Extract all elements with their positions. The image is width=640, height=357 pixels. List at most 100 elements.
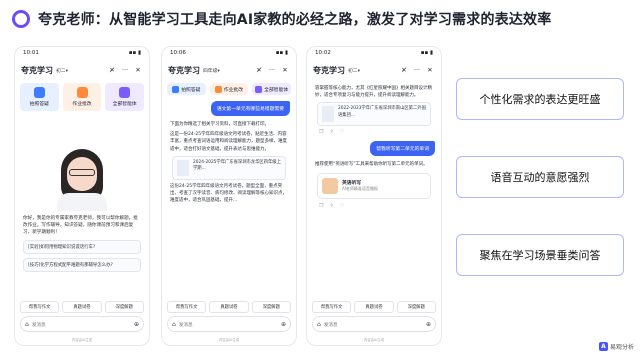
add-icon[interactable]: ⊕ bbox=[281, 321, 286, 328]
mute-icon[interactable]: ✕̸ bbox=[399, 66, 409, 74]
grid-icon bbox=[119, 87, 131, 98]
message-input[interactable] bbox=[323, 321, 423, 327]
teacher-avatar bbox=[53, 149, 111, 211]
quick-actions: 帮我写作文 真题试卷 深度解题 bbox=[162, 301, 296, 313]
more-icon[interactable]: ··· bbox=[120, 66, 130, 74]
status-bar: 10:01 ▪▪ ▮ bbox=[15, 47, 149, 59]
brand-name: 易观分析 bbox=[609, 344, 634, 351]
close-icon[interactable]: ✕ bbox=[133, 66, 143, 74]
check-icon bbox=[76, 87, 88, 98]
phone-screen-chat-resources: 10:06 ▪▪ ▮ 夸克学习 四年级▾ ✕̸ ··· ✕ 拍照答疑 作业批改 … bbox=[161, 46, 297, 346]
brand-mark-icon: A bbox=[598, 342, 608, 351]
ai-message: 这是一份24-25学年四年级语文月考试卷，贴近生活、内容丰富，重点考查词语运用和… bbox=[170, 132, 287, 152]
insight-card: 个性化需求的表达更旺盛 bbox=[456, 78, 624, 120]
thumbs-up-icon[interactable]: ♡ bbox=[340, 129, 344, 135]
message-input[interactable] bbox=[178, 321, 278, 327]
write-essay-button[interactable]: 帮我写作文 bbox=[20, 301, 60, 313]
deep-solve-button[interactable]: 深度解题 bbox=[396, 301, 436, 313]
add-icon[interactable]: ⊕ bbox=[134, 321, 139, 328]
close-icon[interactable]: ✕ bbox=[280, 66, 290, 74]
app-header: 夸克学习 初二▾ ✕̸ ··· ✕ bbox=[307, 59, 441, 81]
quick-actions: 帮我写作文 真题试卷 深度解题 bbox=[15, 301, 149, 313]
document-thumbnail bbox=[177, 159, 189, 176]
document-card[interactable]: 2024-2025学年广东省深圳市龙华区四年级上学期... bbox=[172, 155, 286, 180]
deep-solve-button[interactable]: 深度解题 bbox=[104, 301, 144, 313]
exam-papers-button[interactable]: 真题试卷 bbox=[209, 301, 249, 313]
thumbs-up-icon[interactable]: ♡ bbox=[340, 203, 344, 209]
insight-card: 语音互动的意愿强烈 bbox=[456, 156, 624, 198]
ai-footnote: 内容由AI生成 bbox=[71, 338, 93, 342]
more-icon[interactable]: ··· bbox=[412, 66, 422, 74]
deep-solve-button[interactable]: 深度解题 bbox=[251, 301, 291, 313]
grade-selector[interactable]: 初二▾ bbox=[348, 67, 360, 74]
feature-label: 作业批改 bbox=[72, 102, 92, 107]
user-message: 语文第一单元有哪些易错题需要 bbox=[210, 101, 290, 116]
grade-selector[interactable]: 初二▾ bbox=[56, 67, 68, 74]
message-input-bar: ⌂ ⊕ bbox=[312, 316, 436, 332]
close-icon[interactable]: ✕ bbox=[425, 66, 435, 74]
copy-icon[interactable]: ❐ bbox=[319, 129, 323, 135]
ai-message: 容掌握等核心能力，尤其《红星照耀中国》相关题目设计精妙，适合专项复习与能力提升，… bbox=[315, 86, 432, 99]
message-actions: ❐ ⇪ ♡ bbox=[313, 203, 435, 209]
feature-label: 全部智能体 bbox=[112, 102, 137, 107]
feature-all-agents[interactable]: 全部智能体 bbox=[105, 83, 145, 111]
feature-homework-check[interactable]: 作业批改 bbox=[209, 83, 249, 95]
suggested-question[interactable]: [实验]如何用物理知识说谎话行车? bbox=[23, 240, 141, 255]
feature-row: 拍照答疑 作业批改 全部智能体 bbox=[15, 81, 149, 113]
ai-message: 推荐使用“英语听写”工具来帮助你听写第二单元的单词。 bbox=[315, 162, 428, 168]
tool-thumbnail bbox=[322, 177, 338, 194]
add-icon[interactable]: ⊕ bbox=[426, 321, 431, 328]
title-row: 夸克老师：从智能学习工具走向AI家教的必经之路，激发了对学习需求的表达效率 bbox=[12, 6, 551, 32]
signal-icon: ▪▪ ▮ bbox=[420, 50, 433, 56]
status-time: 10:02 bbox=[315, 50, 331, 56]
tool-subtitle: AI老师精准语音播报 bbox=[342, 186, 378, 192]
feature-label: 拍照答疑 bbox=[181, 87, 201, 93]
more-icon[interactable]: ··· bbox=[267, 66, 277, 74]
chat-area: 容掌握等核心能力，尤其《红星照耀中国》相关题目设计精妙，适合专项复习与能力提升，… bbox=[307, 81, 441, 309]
feature-all-agents[interactable]: 全部智能体 bbox=[252, 83, 292, 95]
document-card[interactable]: 2022-2023学年广东省深圳市南山区第二外国语集团... bbox=[317, 102, 431, 127]
app-header: 夸克学习 初二▾ ✕̸ ··· ✕ bbox=[15, 59, 149, 81]
page-title: 夸克老师：从智能学习工具走向AI家教的必经之路，激发了对学习需求的表达效率 bbox=[38, 12, 552, 28]
feature-photo-answer[interactable]: 拍照答疑 bbox=[20, 83, 59, 111]
grade-selector[interactable]: 四年级▾ bbox=[203, 67, 220, 74]
message-input-bar: ⌂ ⊕ bbox=[167, 316, 291, 332]
feature-photo-answer[interactable]: 拍照答疑 bbox=[167, 83, 206, 95]
app-name: 夸克学习 bbox=[21, 65, 53, 75]
exam-papers-button[interactable]: 真题试卷 bbox=[62, 301, 102, 313]
app-name: 夸克学习 bbox=[313, 65, 345, 75]
mute-icon[interactable]: ✕̸ bbox=[107, 66, 117, 74]
message-input[interactable] bbox=[31, 321, 131, 327]
camera-icon[interactable]: ⌂ bbox=[317, 321, 321, 328]
camera-icon[interactable]: ⌂ bbox=[25, 321, 29, 328]
feature-label: 作业批改 bbox=[223, 87, 244, 93]
brand-logo: A 易观分析 bbox=[598, 342, 634, 351]
document-thumbnail bbox=[322, 106, 334, 123]
camera-icon bbox=[33, 87, 45, 98]
teacher-intro: 你好，我是你的专属家教夸克老师，我可以帮你解题，批改作业，写作辅导，知识答疑，随… bbox=[23, 216, 138, 236]
insight-card: 聚焦在学习场景垂类问答 bbox=[456, 234, 624, 276]
camera-icon bbox=[172, 85, 180, 93]
feature-label: 全部智能体 bbox=[264, 87, 289, 93]
title-logo-icon bbox=[12, 10, 30, 28]
suggested-question[interactable]: [技巧]化学方程式配平难题有那辅导怎么办? bbox=[23, 258, 141, 273]
camera-icon[interactable]: ⌂ bbox=[172, 321, 176, 328]
tool-card[interactable]: 英语听写 AI老师精准语音播报 bbox=[317, 172, 431, 199]
write-essay-button[interactable]: 帮我写作文 bbox=[167, 301, 207, 313]
write-essay-button[interactable]: 帮我写作文 bbox=[312, 301, 352, 313]
exam-papers-button[interactable]: 真题试卷 bbox=[354, 301, 394, 313]
mute-icon[interactable]: ✕̸ bbox=[254, 66, 264, 74]
share-icon[interactable]: ⇪ bbox=[329, 129, 333, 135]
share-icon[interactable]: ⇪ bbox=[329, 203, 333, 209]
feature-homework-check[interactable]: 作业批改 bbox=[62, 83, 102, 111]
chat-area: 语文第一单元有哪些易错题需要 下面为你精选了相关学习资料，可直接下载打印。 这是… bbox=[162, 97, 296, 313]
feature-row: 拍照答疑 作业批改 全部智能体 bbox=[162, 81, 296, 97]
user-message: 帮我听写第二单元的单词 bbox=[370, 141, 435, 157]
feature-label: 拍照答疑 bbox=[29, 102, 49, 107]
copy-icon[interactable]: ❐ bbox=[319, 203, 323, 209]
ai-footnote: 内容由AI生成 bbox=[218, 338, 240, 342]
app-name: 夸克学习 bbox=[168, 65, 200, 75]
app-header: 夸克学习 四年级▾ ✕̸ ··· ✕ bbox=[162, 59, 296, 81]
signal-icon: ▪▪ ▮ bbox=[128, 50, 141, 56]
ai-footnote: 内容由AI生成 bbox=[363, 338, 385, 342]
